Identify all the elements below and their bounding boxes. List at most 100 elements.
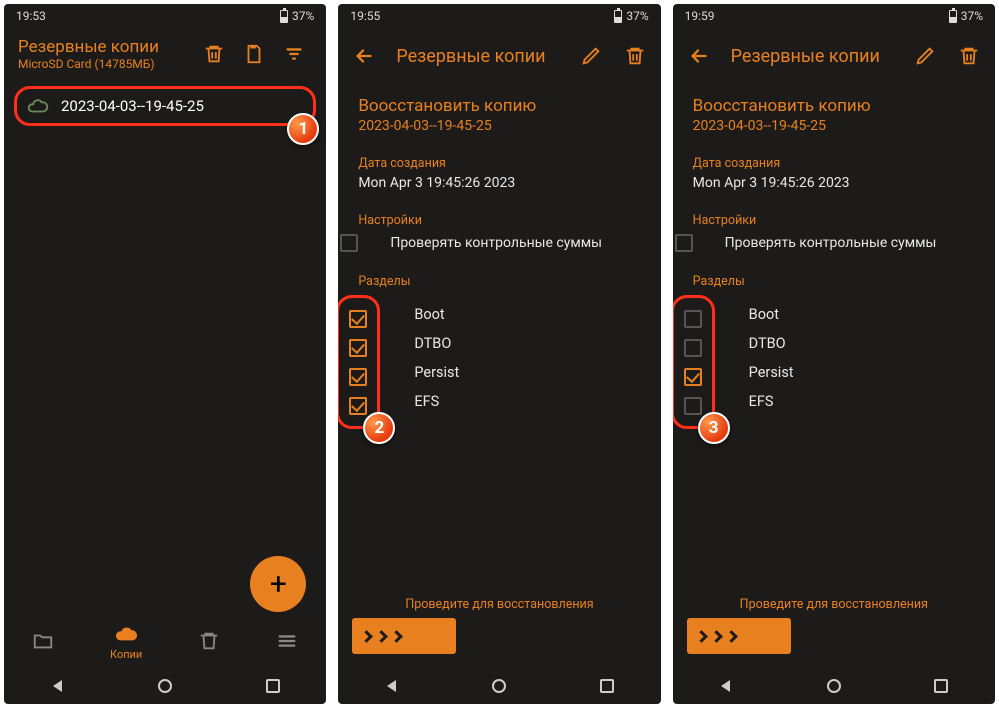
trash-icon bbox=[624, 45, 646, 67]
partition-label: DTBO bbox=[749, 329, 794, 358]
screen-1: 19:53 37% Резервные копии MicroSD Card (… bbox=[4, 4, 326, 704]
partitions-highlight: 2 bbox=[338, 295, 380, 429]
home-icon[interactable] bbox=[826, 678, 842, 694]
folder-icon bbox=[32, 630, 54, 652]
restore-title: Воосстановить копию bbox=[693, 96, 975, 116]
partitions-label: Разделы bbox=[358, 274, 640, 289]
trash-icon bbox=[203, 43, 225, 65]
chevron-right-icon bbox=[725, 630, 738, 643]
date-label: Дата создания bbox=[693, 156, 975, 171]
filter-button[interactable] bbox=[274, 34, 314, 74]
add-button[interactable]: + bbox=[250, 556, 306, 612]
backup-item[interactable]: 2023-04-03--19-45-25 1 bbox=[14, 86, 316, 126]
app-header: Резервные копии bbox=[338, 28, 660, 84]
page-title: Резервные копии bbox=[723, 46, 901, 67]
nav-trash[interactable] bbox=[198, 630, 220, 655]
status-bar: 19:55 37% bbox=[338, 4, 660, 28]
swipe-hint: Проведите для восстановления bbox=[338, 597, 660, 612]
partitions-highlight: 3 bbox=[673, 295, 715, 429]
checksums-checkbox[interactable] bbox=[675, 234, 693, 252]
partition-checkbox-persist[interactable] bbox=[684, 368, 702, 386]
backup-name: 2023-04-03--19-45-25 bbox=[61, 97, 204, 115]
partition-label: EFS bbox=[749, 387, 794, 416]
chevron-right-icon bbox=[375, 630, 388, 643]
step-badge: 1 bbox=[287, 113, 319, 145]
page-title: Резервные копии bbox=[388, 46, 566, 67]
back-icon[interactable] bbox=[718, 678, 734, 694]
home-icon[interactable] bbox=[491, 678, 507, 694]
menu-icon bbox=[276, 630, 298, 652]
partitions-label: Разделы bbox=[693, 274, 975, 289]
recent-icon[interactable] bbox=[265, 678, 281, 694]
edit-button[interactable] bbox=[905, 36, 945, 76]
bottom-nav: Копии bbox=[4, 616, 326, 668]
partition-label: Boot bbox=[414, 300, 459, 329]
step-badge: 3 bbox=[698, 412, 730, 444]
delete-button[interactable] bbox=[949, 36, 989, 76]
partition-checkbox-persist[interactable] bbox=[349, 368, 367, 386]
clock: 19:53 bbox=[16, 9, 46, 23]
clock: 19:55 bbox=[350, 9, 380, 23]
nav-folder[interactable] bbox=[32, 630, 54, 655]
battery-icon bbox=[280, 10, 288, 23]
recent-icon[interactable] bbox=[599, 678, 615, 694]
delete-button[interactable] bbox=[194, 34, 234, 74]
nav-copies[interactable]: Копии bbox=[110, 623, 142, 661]
nav-menu[interactable] bbox=[276, 630, 298, 655]
partition-checkbox-efs[interactable] bbox=[349, 397, 367, 415]
chevron-right-icon bbox=[695, 630, 708, 643]
partition-label: Persist bbox=[414, 358, 459, 387]
partition-checkbox-dtbo[interactable] bbox=[684, 339, 702, 357]
storage-button[interactable] bbox=[234, 34, 274, 74]
arrow-left-icon bbox=[688, 45, 710, 67]
edit-button[interactable] bbox=[571, 36, 611, 76]
system-nav bbox=[4, 668, 326, 704]
status-bar: 19:53 37% bbox=[4, 4, 326, 28]
swipe-restore-button[interactable] bbox=[352, 618, 456, 654]
battery-icon bbox=[949, 10, 957, 23]
partition-label: EFS bbox=[414, 387, 459, 416]
back-button[interactable] bbox=[344, 36, 384, 76]
swipe-restore-button[interactable] bbox=[687, 618, 791, 654]
checksums-option[interactable]: Проверять контрольные суммы bbox=[340, 234, 640, 252]
screen-2: 19:55 37% Резервные копии Воосстановить … bbox=[338, 4, 660, 704]
partition-label: Persist bbox=[749, 358, 794, 387]
checksums-option[interactable]: Проверять контрольные суммы bbox=[675, 234, 975, 252]
back-icon[interactable] bbox=[384, 678, 400, 694]
delete-button[interactable] bbox=[615, 36, 655, 76]
arrow-left-icon bbox=[353, 45, 375, 67]
partition-checkbox-efs[interactable] bbox=[684, 397, 702, 415]
date-label: Дата создания bbox=[358, 156, 640, 171]
page-title: Резервные копии bbox=[18, 37, 194, 57]
cloud-icon bbox=[115, 623, 137, 645]
plus-icon: + bbox=[270, 567, 287, 602]
backup-name: 2023-04-03--19-45-25 bbox=[358, 118, 640, 134]
home-icon[interactable] bbox=[157, 678, 173, 694]
recent-icon[interactable] bbox=[933, 678, 949, 694]
back-button[interactable] bbox=[679, 36, 719, 76]
app-header: Резервные копии MicroSD Card (14785МБ) bbox=[4, 28, 326, 80]
checksums-checkbox[interactable] bbox=[340, 234, 358, 252]
checksums-label: Проверять контрольные суммы bbox=[390, 235, 602, 251]
detail-content: Воосстановить копию 2023-04-03--19-45-25… bbox=[673, 84, 995, 429]
screen-3: 19:59 37% Резервные копии Воосстановить … bbox=[673, 4, 995, 704]
settings-label: Настройки bbox=[358, 213, 640, 228]
partition-label: DTBO bbox=[414, 329, 459, 358]
partition-checkbox-boot[interactable] bbox=[684, 310, 702, 328]
chevron-right-icon bbox=[710, 630, 723, 643]
battery-icon bbox=[614, 10, 622, 23]
chevron-right-icon bbox=[360, 630, 373, 643]
nav-label: Копии bbox=[110, 648, 142, 661]
partition-checkbox-dtbo[interactable] bbox=[349, 339, 367, 357]
back-icon[interactable] bbox=[50, 678, 66, 694]
sdcard-icon bbox=[243, 43, 265, 65]
battery-percent: 37% bbox=[292, 9, 314, 23]
partition-checkbox-boot[interactable] bbox=[349, 310, 367, 328]
trash-icon bbox=[958, 45, 980, 67]
backup-name: 2023-04-03--19-45-25 bbox=[693, 118, 975, 134]
system-nav bbox=[338, 668, 660, 704]
checksums-label: Проверять контрольные суммы bbox=[725, 235, 937, 251]
date-value: Mon Apr 3 19:45:26 2023 bbox=[358, 175, 640, 191]
pencil-icon bbox=[580, 45, 602, 67]
partition-label: Boot bbox=[749, 300, 794, 329]
